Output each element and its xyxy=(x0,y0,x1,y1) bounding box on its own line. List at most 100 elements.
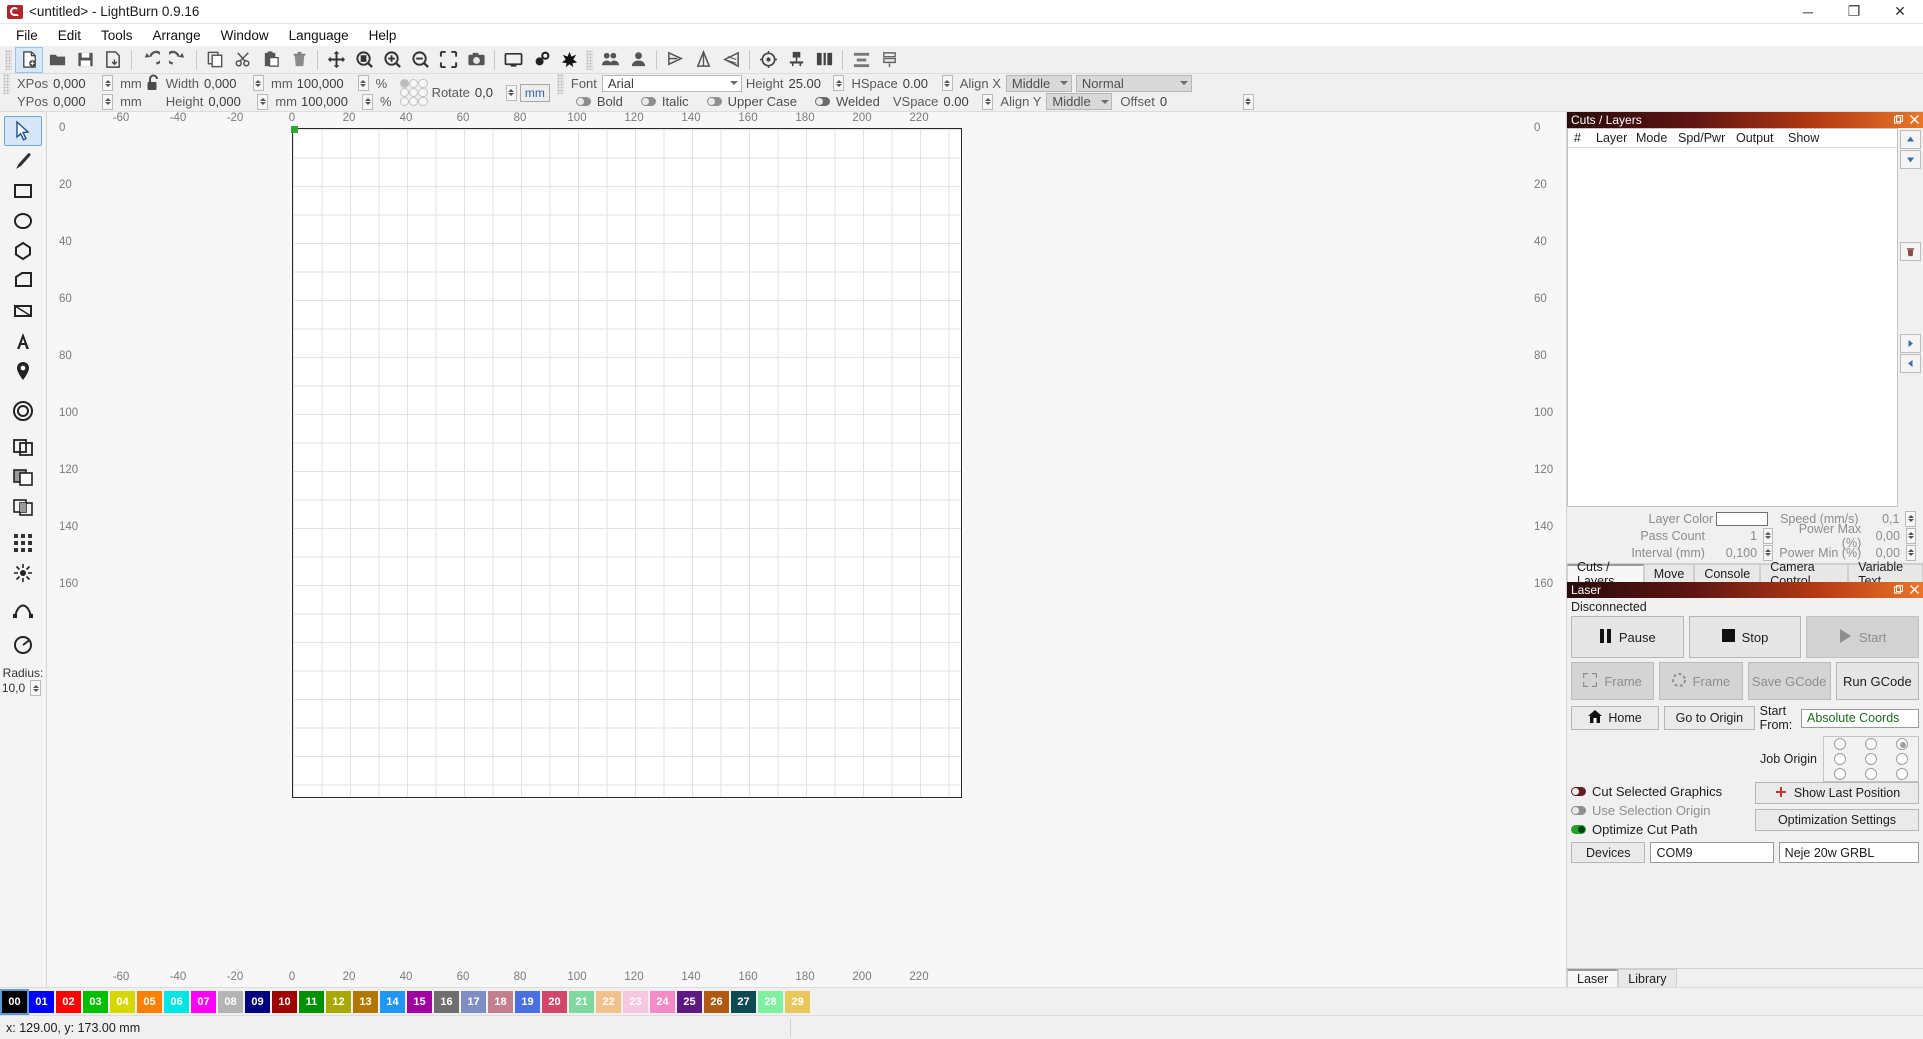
toolbar-grip[interactable] xyxy=(5,50,12,70)
position-tool[interactable] xyxy=(4,356,42,386)
height-stepper[interactable] xyxy=(257,94,268,110)
xpos-value[interactable]: 0,000 xyxy=(53,76,99,91)
pass-count-stepper[interactable] xyxy=(1763,528,1773,544)
camera-capture-icon[interactable] xyxy=(462,47,490,73)
ypos-value[interactable]: 0,000 xyxy=(53,94,99,109)
height-percent-value[interactable]: 100,000 xyxy=(301,94,359,109)
job-origin-radio-5[interactable] xyxy=(1896,753,1908,765)
xpos-stepper[interactable] xyxy=(102,75,113,91)
palette-swatch-13[interactable]: 13 xyxy=(353,991,378,1013)
palette-swatch-21[interactable]: 21 xyxy=(569,991,594,1013)
offset-shapes-tool[interactable] xyxy=(4,396,42,426)
delete-layer-icon[interactable] xyxy=(1900,242,1921,261)
menu-help[interactable]: Help xyxy=(359,26,407,45)
tab-laser[interactable]: Laser xyxy=(1567,969,1618,987)
job-origin-radio-6[interactable] xyxy=(1834,768,1846,780)
align-left-icon[interactable] xyxy=(782,47,810,73)
rotate-stepper[interactable] xyxy=(506,85,517,101)
draw-line-tool[interactable] xyxy=(4,146,42,176)
palette-swatch-09[interactable]: 09 xyxy=(245,991,270,1013)
palette-swatch-20[interactable]: 20 xyxy=(542,991,567,1013)
bold-toggle[interactable]: Bold xyxy=(567,94,632,109)
palette-swatch-02[interactable]: 02 xyxy=(56,991,81,1013)
power-max-stepper[interactable] xyxy=(1906,528,1916,544)
text-tool[interactable] xyxy=(4,326,42,356)
job-origin-radio-7[interactable] xyxy=(1865,768,1877,780)
stop-button[interactable]: Stop xyxy=(1689,616,1802,658)
textbar-grip[interactable] xyxy=(557,74,564,94)
palette-swatch-08[interactable]: 08 xyxy=(218,991,243,1013)
save-gcode-button[interactable]: Save GCode xyxy=(1748,662,1831,700)
boolean-union-tool[interactable] xyxy=(4,432,42,462)
palette-swatch-15[interactable]: 15 xyxy=(407,991,432,1013)
cuts-layers-close-icon[interactable] xyxy=(1910,113,1919,127)
vspace-stepper[interactable] xyxy=(982,94,993,110)
home-button[interactable]: Home xyxy=(1571,706,1659,730)
offset-stepper[interactable] xyxy=(1243,94,1254,110)
optimization-settings-button[interactable]: Optimization Settings xyxy=(1755,809,1919,831)
menu-arrange[interactable]: Arrange xyxy=(143,26,211,45)
palette-swatch-03[interactable]: 03 xyxy=(83,991,108,1013)
layer-color-swatch[interactable] xyxy=(1716,512,1768,526)
start-from-select[interactable]: Absolute Coords xyxy=(1801,709,1919,728)
lock-aspect-icon[interactable] xyxy=(146,74,162,92)
height-value[interactable]: 0,000 xyxy=(208,94,254,109)
zoom-selection-icon[interactable] xyxy=(434,47,462,73)
tab-console[interactable]: Console xyxy=(1694,564,1760,582)
pass-count-value[interactable]: 1 xyxy=(1708,529,1757,543)
move-icon[interactable] xyxy=(322,47,350,73)
pause-button[interactable]: Pause xyxy=(1571,616,1684,658)
height-percent-stepper[interactable] xyxy=(362,94,373,110)
distribute-icon[interactable] xyxy=(847,47,875,73)
text-height-value[interactable]: 25.00 xyxy=(788,76,830,91)
speed-value[interactable]: 0,1 xyxy=(1862,512,1900,526)
polygon-tool[interactable] xyxy=(4,236,42,266)
array-tool[interactable] xyxy=(4,528,42,558)
speed-stepper[interactable] xyxy=(1905,511,1916,527)
show-last-position-button[interactable]: Show Last Position xyxy=(1755,782,1919,804)
ypos-stepper[interactable] xyxy=(102,94,113,110)
linear-dimension-tool[interactable] xyxy=(4,296,42,326)
work-area[interactable] xyxy=(292,128,962,798)
units-button[interactable]: mm xyxy=(520,84,550,102)
trace-image-tool[interactable] xyxy=(4,558,42,588)
move-left-icon[interactable] xyxy=(1900,354,1921,373)
redo-icon[interactable] xyxy=(164,47,192,73)
tab-camera-control[interactable]: Camera Control xyxy=(1760,564,1848,582)
ellipse-tool[interactable] xyxy=(4,206,42,236)
palette-swatch-17[interactable]: 17 xyxy=(461,991,486,1013)
menu-tools[interactable]: Tools xyxy=(91,26,143,45)
palette-swatch-04[interactable]: 04 xyxy=(110,991,135,1013)
job-origin-radio-8[interactable] xyxy=(1896,768,1908,780)
open-file-icon[interactable] xyxy=(43,47,71,73)
menu-language[interactable]: Language xyxy=(279,26,359,45)
delete-icon[interactable] xyxy=(285,47,313,73)
aligny-select[interactable]: Middle xyxy=(1046,93,1112,110)
toolbar-grip-2[interactable] xyxy=(586,50,593,70)
settings-gear-icon[interactable] xyxy=(527,47,555,73)
power-min-value[interactable]: 0,00 xyxy=(1864,546,1900,560)
palette-swatch-01[interactable]: 01 xyxy=(29,991,54,1013)
cut-icon[interactable] xyxy=(229,47,257,73)
zoom-in-icon[interactable] xyxy=(378,47,406,73)
palette-swatch-28[interactable]: 28 xyxy=(758,991,783,1013)
frame-preview-icon[interactable] xyxy=(499,47,527,73)
menu-edit[interactable]: Edit xyxy=(48,26,91,45)
tab-library[interactable]: Library xyxy=(1618,969,1676,987)
interval-value[interactable]: 0,100 xyxy=(1708,546,1757,560)
arrange-icon[interactable] xyxy=(875,47,903,73)
palette-swatch-23[interactable]: 23 xyxy=(623,991,648,1013)
palette-swatch-18[interactable]: 18 xyxy=(488,991,513,1013)
edit-nodes-tool[interactable] xyxy=(4,594,42,624)
palette-swatch-05[interactable]: 05 xyxy=(137,991,162,1013)
palette-swatch-06[interactable]: 06 xyxy=(164,991,189,1013)
palette-swatch-25[interactable]: 25 xyxy=(677,991,702,1013)
minimize-button[interactable]: ─ xyxy=(1785,0,1831,23)
text-mode-select[interactable]: Normal xyxy=(1076,75,1192,92)
italic-toggle[interactable]: Italic xyxy=(632,94,698,109)
design-canvas[interactable]: -60-40-20020406080100120140160180200220 … xyxy=(47,112,1566,987)
alignx-select[interactable]: Middle xyxy=(1006,75,1072,92)
job-origin-radio-4[interactable] xyxy=(1865,753,1877,765)
export-file-icon[interactable] xyxy=(99,47,127,73)
closed-path-tool[interactable] xyxy=(4,266,42,296)
